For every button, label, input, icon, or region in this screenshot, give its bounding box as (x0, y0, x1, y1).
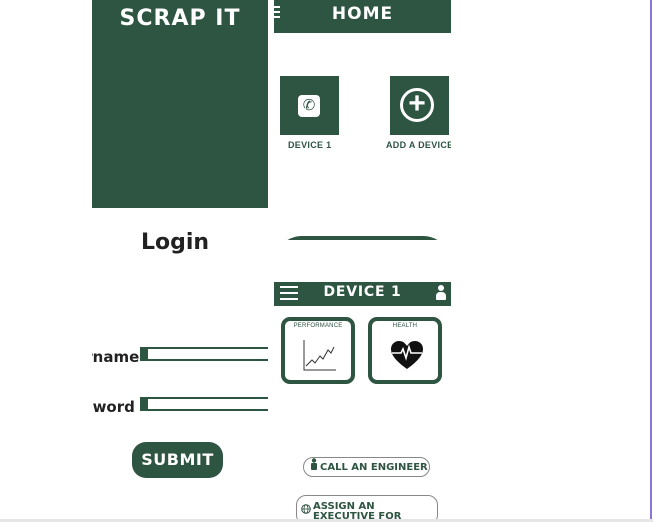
add-device-tile[interactable]: + (390, 76, 449, 135)
device-title: DEVICE 1 (323, 284, 402, 300)
assign-executive-button[interactable]: ASSIGN AN EXECUTIVE FOR PICK-UP (296, 495, 438, 522)
brand-banner: SCRAP IT (92, 0, 268, 208)
globe-icon (301, 504, 311, 517)
device-screen: DEVICE 1 PERFORMANCE HEALTH CALL AN ENGI… (274, 277, 451, 522)
app-brand-title: SCRAP IT (119, 6, 241, 31)
device-1-caption: DEVICE 1 (288, 140, 332, 150)
engineer-icon (310, 458, 318, 476)
password-field[interactable] (140, 397, 268, 411)
device-header: DEVICE 1 (274, 282, 451, 306)
performance-card[interactable]: PERFORMANCE (281, 317, 355, 384)
submit-button[interactable]: SUBMIT (132, 442, 223, 478)
password-label: Password (92, 398, 135, 416)
add-device-caption: ADD A DEVICE (386, 140, 451, 150)
heart-pulse-icon (391, 341, 423, 369)
phone-icon: ✆ (298, 95, 320, 117)
performance-card-label: PERFORMANCE (293, 323, 343, 329)
home-header: HOME (274, 0, 451, 33)
call-engineer-button[interactable]: CALL AN ENGINEER (303, 457, 430, 477)
home-screen: HOME ✆ DEVICE 1 + ADD A DEVICE (274, 0, 451, 240)
call-engineer-label: CALL AN ENGINEER (320, 462, 428, 473)
home-title: HOME (331, 4, 394, 24)
device-1-tile[interactable]: ✆ (280, 76, 339, 135)
login-title: Login (140, 230, 210, 255)
right-divider (650, 0, 652, 522)
login-screen: SCRAP IT Login Username Password SUBMIT (92, 0, 268, 522)
health-card-label: HEALTH (392, 323, 418, 329)
line-chart-icon (303, 340, 336, 371)
username-field[interactable] (140, 347, 268, 361)
username-label: Username (92, 348, 140, 366)
health-card[interactable]: HEALTH (368, 317, 442, 384)
add-circle-icon: + (400, 88, 434, 122)
user-icon[interactable] (435, 285, 447, 303)
home-bottom-bar (274, 236, 451, 240)
